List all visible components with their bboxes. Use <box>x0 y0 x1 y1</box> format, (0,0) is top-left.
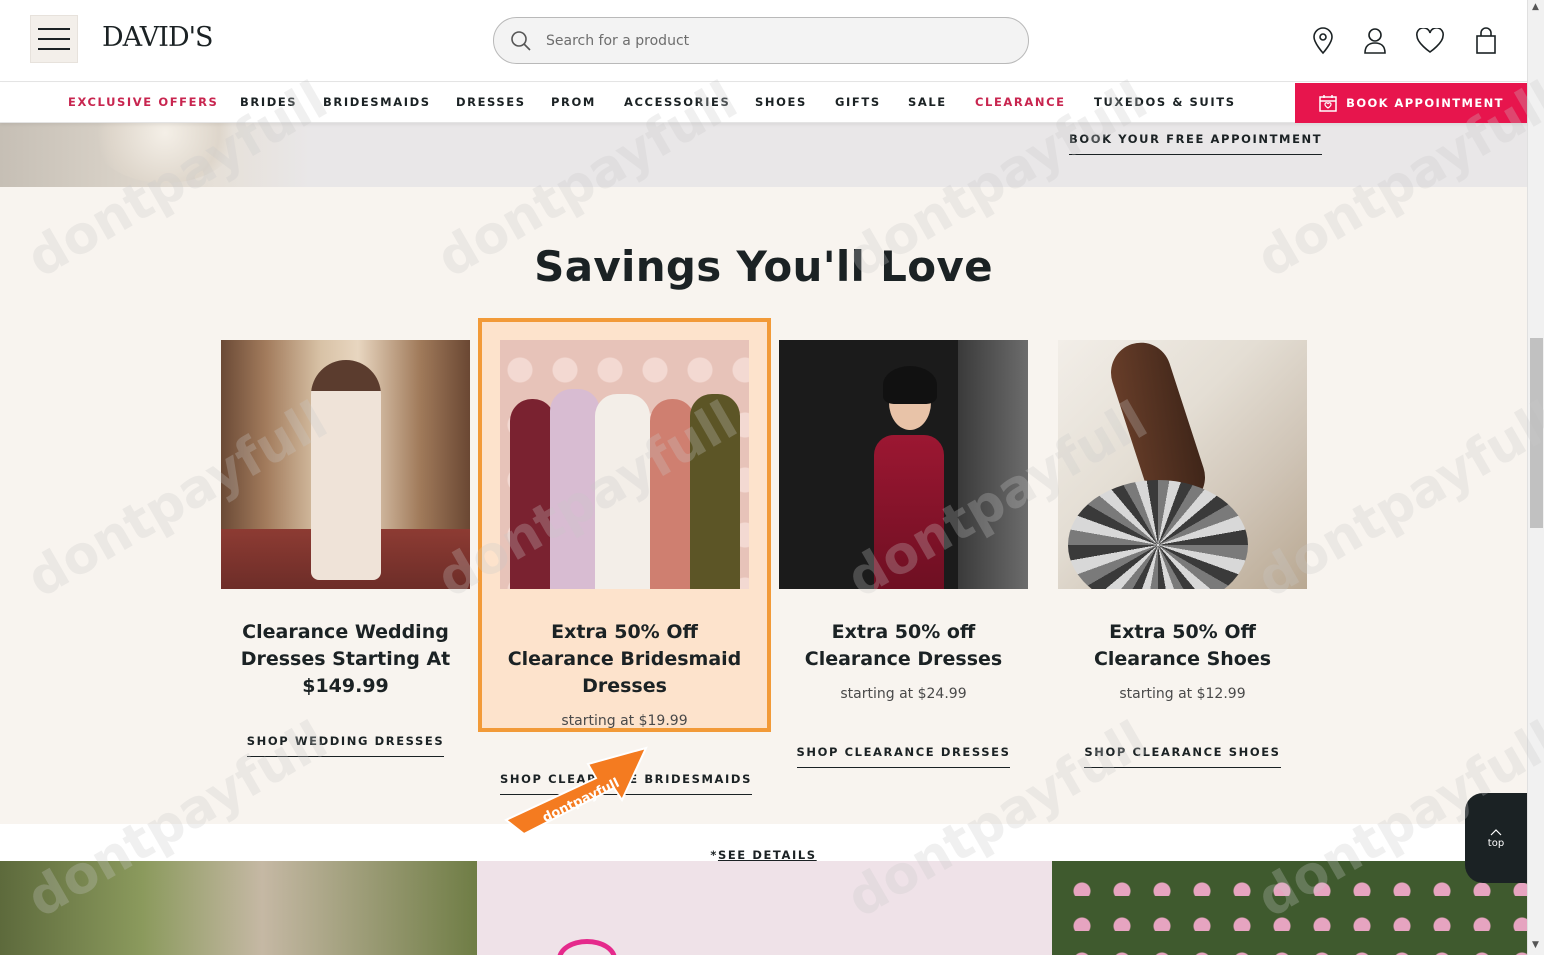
back-to-top-button[interactable]: top <box>1465 793 1527 883</box>
shopping-bag-icon[interactable] <box>1472 26 1500 56</box>
brand-logo[interactable]: DAVID'S <box>102 22 214 53</box>
dresses-image[interactable] <box>779 340 1028 589</box>
nav-shoes[interactable]: SHOES <box>755 95 807 109</box>
nav-gifts[interactable]: GIFTS <box>835 95 881 109</box>
scrollbar-thumb[interactable] <box>1530 338 1543 528</box>
promo-card-shoes[interactable]: Extra 50% Off Clearance Shoes starting a… <box>1058 340 1307 768</box>
site-header: DAVID'S <box>0 0 1527 82</box>
card-title: Extra 50% off Clearance Dresses <box>804 621 1003 670</box>
chevron-up-icon <box>1490 828 1502 835</box>
scroll-down-arrow-icon[interactable]: ▼ <box>1532 940 1539 950</box>
book-appointment-label: BOOK APPOINTMENT <box>1346 96 1504 110</box>
top-label: top <box>1487 837 1505 849</box>
nav-accessories[interactable]: ACCESSORIES <box>624 95 730 109</box>
card-title: Extra 50% Off Clearance Bridesmaid Dress… <box>507 621 742 697</box>
bottom-promo-center[interactable] <box>477 861 1052 955</box>
search-icon <box>511 30 531 51</box>
nav-prom[interactable]: PROM <box>551 95 596 109</box>
wedding-dress-image[interactable] <box>221 340 470 589</box>
nav-sale[interactable]: SALE <box>908 95 947 109</box>
shop-clearance-bridesmaids-link[interactable]: SHOP CLEARANCE BRIDESMAIDS <box>500 772 752 795</box>
nav-bridesmaids[interactable]: BRIDESMAIDS <box>323 95 431 109</box>
shop-clearance-shoes-link[interactable]: SHOP CLEARANCE SHOES <box>1084 745 1281 768</box>
bottom-promo-image-left[interactable] <box>0 861 477 955</box>
card-price: starting at $12.99 <box>1119 686 1246 702</box>
search-input[interactable] <box>546 32 986 49</box>
shop-wedding-dresses-link[interactable]: SHOP WEDDING DRESSES <box>246 734 445 757</box>
calendar-icon <box>1319 95 1337 112</box>
main-nav: EXCLUSIVE OFFERS BRIDES BRIDESMAIDS DRES… <box>0 83 1527 123</box>
card-title: Clearance Wedding Dresses Starting At $1… <box>240 621 451 697</box>
menu-icon[interactable] <box>30 15 78 63</box>
user-icon[interactable] <box>1361 26 1389 56</box>
card-title: Extra 50% Off Clearance Shoes <box>1093 621 1272 670</box>
bottom-promo-image-right[interactable] <box>1052 861 1527 955</box>
shoes-image[interactable] <box>1058 340 1307 589</box>
savings-section: Savings You'll Love Clearance Wedding Dr… <box>0 187 1527 824</box>
nav-clearance[interactable]: CLEARANCE <box>975 95 1066 109</box>
hero-image <box>0 123 310 187</box>
see-details-link[interactable]: SEE DETAILS <box>718 848 817 862</box>
details-asterisk: * <box>710 848 718 862</box>
location-pin-icon[interactable] <box>1309 26 1337 56</box>
nav-brides[interactable]: BRIDES <box>240 95 297 109</box>
book-appointment-button[interactable]: BOOK APPOINTMENT <box>1295 83 1527 123</box>
scroll-up-arrow-icon[interactable]: ▲ <box>1532 2 1539 12</box>
promo-card-bridesmaids[interactable]: Extra 50% Off Clearance Bridesmaid Dress… <box>500 340 752 795</box>
promo-card-dresses[interactable]: Extra 50% off Clearance Dresses starting… <box>779 340 1028 768</box>
card-price: starting at $24.99 <box>840 686 967 702</box>
section-title: Savings You'll Love <box>534 242 993 291</box>
nav-exclusive-offers[interactable]: EXCLUSIVE OFFERS <box>68 95 218 109</box>
bridesmaids-image[interactable] <box>500 340 749 589</box>
details-bar: *SEE DETAILS <box>0 824 1527 862</box>
page-scrollbar[interactable]: ▲ ▼ <box>1527 0 1544 955</box>
card-price: starting at $19.99 <box>561 713 688 729</box>
heart-icon[interactable] <box>1414 26 1446 56</box>
search-bar[interactable] <box>493 17 1029 64</box>
shop-clearance-dresses-link[interactable]: SHOP CLEARANCE DRESSES <box>796 745 1011 768</box>
hero-banner: BOOK YOUR FREE APPOINTMENT <box>0 123 1527 187</box>
nav-dresses[interactable]: DRESSES <box>456 95 526 109</box>
nav-tuxedos-suits[interactable]: TUXEDOS & SUITS <box>1094 95 1236 109</box>
book-free-appointment-link[interactable]: BOOK YOUR FREE APPOINTMENT <box>1069 132 1323 155</box>
promo-card-wedding[interactable]: Clearance Wedding Dresses Starting At $1… <box>221 340 470 757</box>
